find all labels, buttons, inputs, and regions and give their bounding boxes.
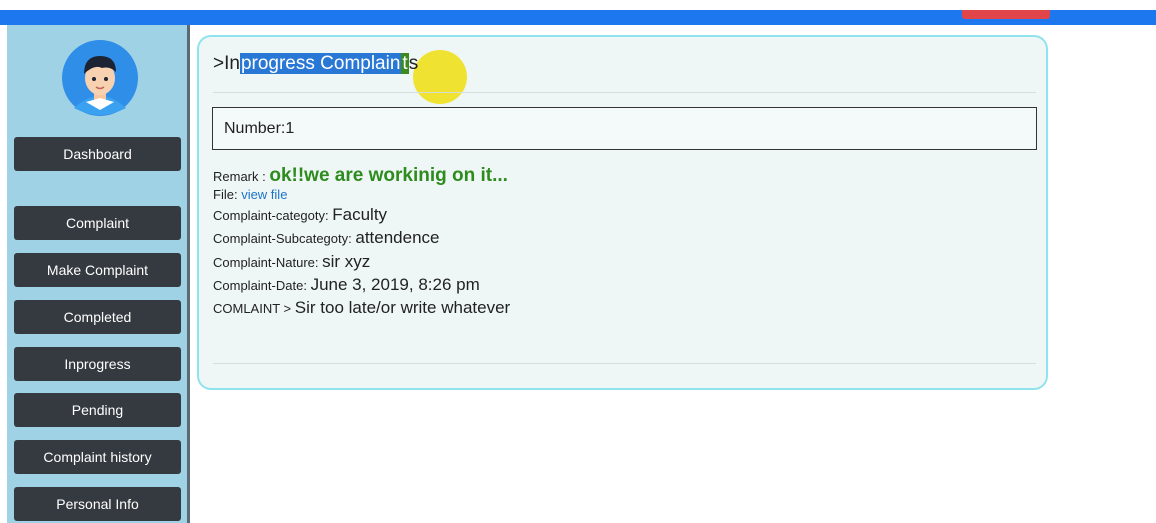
comlaint-row: COMLAINT > Sir too late/or write whateve… bbox=[213, 298, 510, 318]
complaint-card: >Inprogress Complain ts Number:1 Remark :… bbox=[197, 35, 1048, 390]
title-divider bbox=[213, 92, 1036, 93]
sidebar-item-personal-info[interactable]: Personal Info bbox=[14, 487, 181, 521]
title-cursor-text: t bbox=[401, 53, 409, 74]
footer-divider bbox=[213, 363, 1036, 364]
category-value: Faculty bbox=[332, 205, 388, 224]
nature-label: Complaint-Nature: bbox=[213, 255, 319, 270]
user-avatar-icon bbox=[60, 40, 140, 116]
date-label: Complaint-Date: bbox=[213, 278, 307, 293]
comlaint-value: Sir too late/or write whatever bbox=[294, 298, 511, 317]
sidebar-item-complaint-history[interactable]: Complaint history bbox=[14, 440, 181, 474]
view-file-link[interactable]: view file bbox=[241, 187, 287, 202]
title-selected-text: progress Complain bbox=[239, 53, 402, 74]
sidebar-item-dashboard[interactable]: Dashboard bbox=[14, 137, 181, 171]
remark-row: Remark : ok!!we are workinig on it... bbox=[213, 165, 508, 187]
sidebar-divider bbox=[187, 25, 190, 523]
cursor-highlight bbox=[413, 50, 467, 104]
category-label: Complaint-categoty: bbox=[213, 208, 329, 223]
title-suffix: s bbox=[408, 53, 419, 74]
remark-label: Remark : bbox=[213, 169, 266, 184]
sidebar-item-make-complaint[interactable]: Make Complaint bbox=[14, 253, 181, 287]
date-row: Complaint-Date: June 3, 2019, 8:26 pm bbox=[213, 275, 480, 295]
file-label: File: bbox=[213, 187, 238, 202]
nature-row: Complaint-Nature: sir xyz bbox=[213, 252, 370, 272]
file-row: File: view file bbox=[213, 187, 287, 202]
subcategory-row: Complaint-Subcategoty: attendence bbox=[213, 228, 440, 248]
date-value: June 3, 2019, 8:26 pm bbox=[310, 275, 480, 294]
subcategory-value: attendence bbox=[355, 228, 440, 247]
comlaint-label: COMLAINT > bbox=[213, 301, 292, 316]
complaint-number: Number:1 bbox=[212, 107, 1037, 150]
subcategory-label: Complaint-Subcategoty: bbox=[213, 231, 352, 246]
category-row: Complaint-categoty: Faculty bbox=[213, 205, 387, 225]
sidebar-item-inprogress[interactable]: Inprogress bbox=[14, 347, 181, 381]
remark-value: ok!!we are workinig on it... bbox=[269, 165, 508, 186]
page-title: >Inprogress Complain ts bbox=[213, 53, 418, 75]
logout-button[interactable] bbox=[962, 10, 1050, 19]
sidebar-item-complaint[interactable]: Complaint bbox=[14, 206, 181, 240]
sidebar-item-pending[interactable]: Pending bbox=[14, 393, 181, 427]
title-prefix: >In bbox=[213, 53, 240, 74]
sidebar-item-completed[interactable]: Completed bbox=[14, 300, 181, 334]
nature-value: sir xyz bbox=[322, 252, 371, 271]
